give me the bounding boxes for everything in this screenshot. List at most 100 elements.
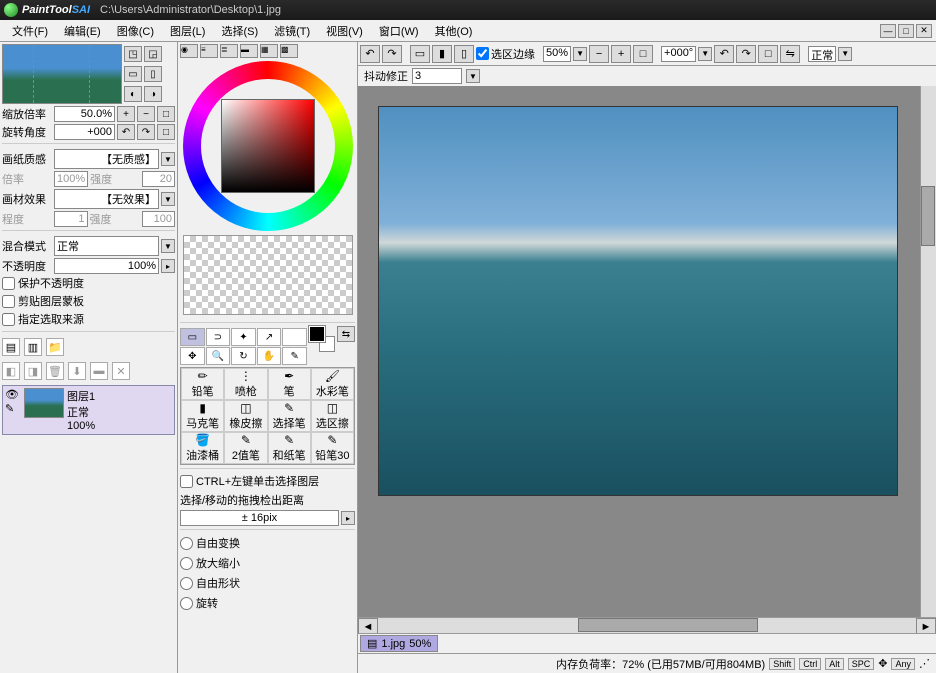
nav-btn-2[interactable]: ◲ — [144, 46, 162, 62]
brush-washi[interactable]: ✎和纸笔 — [268, 432, 311, 464]
brush-binary[interactable]: ✎2值笔 — [224, 432, 267, 464]
redo-button[interactable]: ↷ — [382, 45, 402, 63]
color-swatches[interactable] — [309, 326, 335, 352]
brush-watercolor[interactable]: 🖌水彩笔 — [311, 368, 354, 400]
menu-file[interactable]: 文件(F) — [4, 21, 56, 41]
deselect-button[interactable]: ▭ — [410, 45, 430, 63]
stabilizer-value[interactable] — [412, 68, 462, 84]
color-square[interactable] — [221, 99, 315, 193]
menu-edit[interactable]: 编辑(E) — [56, 21, 109, 41]
swatch-area[interactable] — [183, 235, 353, 315]
new-linework-icon[interactable]: ▥ — [24, 338, 42, 356]
zoom-minus[interactable]: − — [137, 106, 155, 122]
swap-colors-icon[interactable]: ⇆ — [337, 326, 355, 342]
rotate-value[interactable]: +000 — [54, 124, 115, 140]
tool-rect-select[interactable]: ▭ — [180, 328, 205, 346]
nav-btn-3[interactable]: ▭ — [124, 66, 142, 82]
zoom-select-drop[interactable]: ▼ — [573, 47, 587, 61]
transform-scale-radio[interactable] — [180, 557, 193, 570]
rotate-left[interactable]: ↶ — [117, 124, 135, 140]
document-tab[interactable]: ▤ 1.jpg 50% — [360, 635, 438, 652]
visibility-icon[interactable]: 👁 — [5, 388, 21, 401]
menu-filter[interactable]: 滤镜(T) — [266, 21, 318, 41]
brush-pencil[interactable]: ✏铅笔 — [181, 368, 224, 400]
zoom-out-button[interactable]: − — [589, 45, 609, 63]
protect-alpha-checkbox[interactable] — [2, 277, 15, 290]
stabilizer-drop[interactable]: ▼ — [466, 69, 480, 83]
hsv-slider-icon[interactable]: ≣ — [220, 44, 238, 58]
tool-eyedropper[interactable]: ✎ — [282, 347, 307, 365]
color-wheel[interactable] — [183, 61, 353, 231]
brush-select-pen[interactable]: ✎选择笔 — [268, 400, 311, 432]
rotate-right[interactable]: ↷ — [137, 124, 155, 140]
effect-value[interactable]: 【无效果】 — [54, 189, 159, 209]
canvas-image[interactable] — [378, 106, 898, 496]
nav-btn-6[interactable]: ◑ — [144, 86, 162, 102]
rotate-reset[interactable]: □ — [157, 124, 175, 140]
zoom-value[interactable]: 50.0% — [54, 106, 115, 122]
drag-detect-value[interactable]: ± 16pix — [180, 510, 339, 526]
undo-button[interactable]: ↶ — [360, 45, 380, 63]
vscroll-thumb[interactable] — [921, 186, 935, 246]
horizontal-scrollbar[interactable] — [378, 618, 916, 633]
hscroll-thumb[interactable] — [578, 618, 758, 632]
clear-icon[interactable]: ✕ — [112, 362, 130, 380]
tool-move-sel[interactable]: ↗ — [257, 328, 282, 346]
zoom-select[interactable]: 50% — [543, 46, 571, 62]
menu-window[interactable]: 窗口(W) — [371, 21, 427, 41]
zoom-fit-button[interactable]: □ — [633, 45, 653, 63]
invert-sel-button[interactable]: ▮ — [432, 45, 452, 63]
zoom-plus[interactable]: + — [117, 106, 135, 122]
menu-select[interactable]: 选择(S) — [213, 21, 266, 41]
drag-stepper[interactable]: ▸ — [341, 511, 355, 525]
zoom-in-button[interactable]: + — [611, 45, 631, 63]
menu-view[interactable]: 视图(V) — [318, 21, 371, 41]
resize-grip-icon[interactable]: ⋰ — [919, 657, 930, 670]
navigator-thumbnail[interactable] — [2, 44, 122, 104]
effect-dropdown[interactable]: ▼ — [161, 192, 175, 206]
rotate-reset-button[interactable]: □ — [758, 45, 778, 63]
rotate-ccw-button[interactable]: ↶ — [714, 45, 734, 63]
blend-dropdown[interactable]: ▼ — [161, 239, 175, 253]
mask-icon[interactable]: ◧ — [2, 362, 20, 380]
gray-slider-icon[interactable]: ▬ — [240, 44, 258, 58]
color-wheel-icon[interactable]: ◉ — [180, 44, 198, 58]
opacity-stepper[interactable]: ▸ — [161, 259, 175, 273]
tool-rotate-view[interactable]: ↻ — [231, 347, 256, 365]
ctrl-click-checkbox[interactable] — [180, 475, 193, 488]
swatches-icon[interactable]: ▦ — [260, 44, 278, 58]
texture-value[interactable]: 【无质感】 — [54, 149, 159, 169]
flatten-icon[interactable]: ▬ — [90, 362, 108, 380]
new-layer-icon[interactable]: ▤ — [2, 338, 20, 356]
brush-eraser[interactable]: ◫橡皮擦 — [224, 400, 267, 432]
zoom-reset[interactable]: □ — [157, 106, 175, 122]
angle-select-drop[interactable]: ▼ — [698, 47, 712, 61]
tool-hand[interactable]: ✋ — [257, 347, 282, 365]
new-folder-icon[interactable]: 📁 — [46, 338, 64, 356]
nav-btn-4[interactable]: ▯ — [144, 66, 162, 82]
edit-icon[interactable]: ✎ — [5, 402, 21, 415]
blend-mode[interactable]: 正常 — [54, 236, 159, 256]
texture-dropdown[interactable]: ▼ — [161, 152, 175, 166]
brush-brush[interactable]: ✒笔 — [268, 368, 311, 400]
nav-btn-5[interactable]: ◐ — [124, 86, 142, 102]
close-button[interactable]: ✕ — [916, 24, 932, 38]
brush-pencil30[interactable]: ✎铅笔30 — [311, 432, 354, 464]
scratchpad-icon[interactable]: ▩ — [280, 44, 298, 58]
merge-down-icon[interactable]: ⬇ — [68, 362, 86, 380]
canvas-viewport[interactable] — [358, 86, 920, 617]
apply-mask-icon[interactable]: ◨ — [24, 362, 42, 380]
flip-h-button[interactable]: ⇋ — [780, 45, 800, 63]
tool-none[interactable] — [282, 328, 307, 346]
foreground-swatch[interactable] — [309, 326, 325, 342]
layer-item[interactable]: 👁 ✎ 图层1 正常 100% — [2, 385, 175, 435]
nav-btn-1[interactable]: ◳ — [124, 46, 142, 62]
delete-layer-icon[interactable]: 🗑 — [46, 362, 64, 380]
vertical-scrollbar[interactable] — [920, 86, 936, 617]
menu-image[interactable]: 图像(C) — [109, 21, 162, 41]
select-source-checkbox[interactable] — [2, 313, 15, 326]
show-sel-button[interactable]: ▯ — [454, 45, 474, 63]
clip-mask-checkbox[interactable] — [2, 295, 15, 308]
transform-rotate-radio[interactable] — [180, 597, 193, 610]
sel-edge-checkbox[interactable] — [476, 47, 489, 60]
